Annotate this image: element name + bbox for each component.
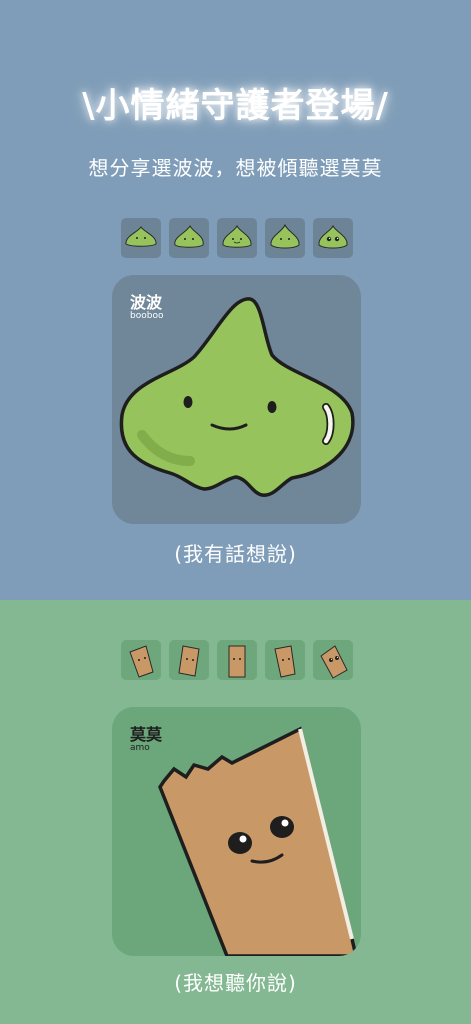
booboo-card[interactable]: 波波 booboo [112, 275, 361, 524]
booboo-variant-thumbnails [121, 218, 353, 258]
amo-section: 莫莫 amo (我想聽你說) [0, 600, 471, 1024]
amo-card[interactable]: 莫莫 amo [112, 707, 361, 956]
amo-thumbnail-4[interactable] [265, 640, 305, 680]
amo-thumbnail-1[interactable] [121, 640, 161, 680]
amo-thumbnail-2[interactable] [169, 640, 209, 680]
booboo-thumbnail-4[interactable] [265, 218, 305, 258]
booboo-thumbnail-3[interactable] [217, 218, 257, 258]
amo-thumbnail-5[interactable] [313, 640, 353, 680]
page-subtitle: 想分享選波波，想被傾聽選莫莫 [88, 156, 383, 180]
booboo-caption: (我有話想說) [174, 542, 297, 566]
booboo-name-en: booboo [130, 311, 164, 321]
booboo-thumbnail-2[interactable] [169, 218, 209, 258]
booboo-name: 波波 [130, 293, 163, 312]
amo-caption: (我想聽你說) [174, 971, 297, 995]
amo-name-en: amo [130, 743, 150, 753]
page-title: \小情緒守護者登場/ [82, 86, 389, 126]
booboo-thumbnail-1[interactable] [121, 218, 161, 258]
booboo-thumbnail-5[interactable] [313, 218, 353, 258]
booboo-section: \小情緒守護者登場/ 想分享選波波，想被傾聽選莫莫 波波 booboo (我有話… [0, 0, 471, 600]
amo-variant-thumbnails [121, 640, 353, 680]
amo-thumbnail-3[interactable] [217, 640, 257, 680]
amo-name: 莫莫 [130, 725, 163, 744]
